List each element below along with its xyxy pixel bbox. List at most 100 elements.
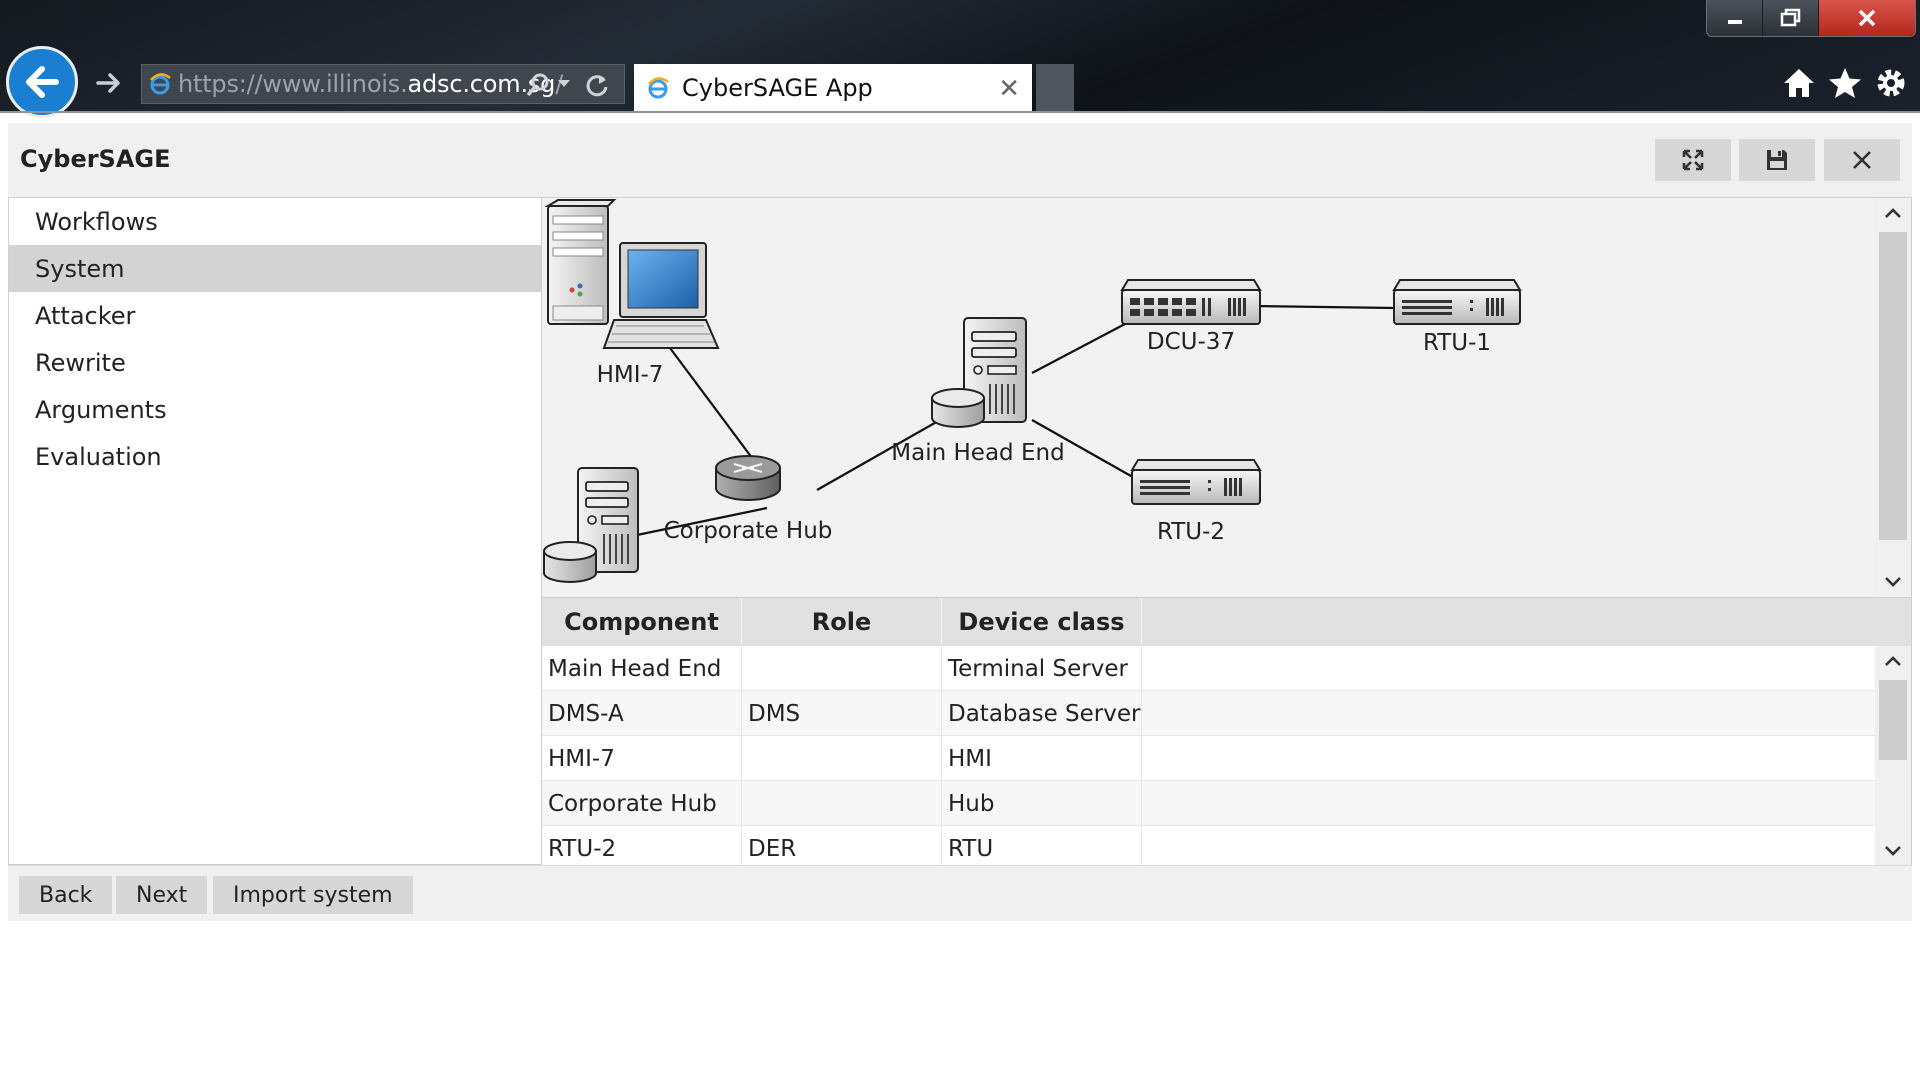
- table-row[interactable]: HMI-7 HMI: [542, 736, 1875, 781]
- back-nav-button[interactable]: [6, 46, 78, 118]
- switch-icon: [1120, 279, 1262, 325]
- arrow-left-icon: [26, 66, 59, 98]
- dropdown-icon[interactable]: [556, 77, 572, 91]
- url-text: https://www.illinois.adsc.com.sg/: [178, 70, 564, 98]
- node-label-hmi7: HMI-7: [597, 362, 664, 388]
- sidebar-item-workflows[interactable]: Workflows: [9, 198, 541, 245]
- node-rtu2[interactable]: RTU-2: [1130, 459, 1262, 545]
- cell-device-class: Terminal Server: [942, 646, 1142, 691]
- close-icon: [1858, 9, 1876, 27]
- table-row[interactable]: RTU-2 DER RTU: [542, 826, 1875, 865]
- cell-component: Main Head End: [542, 646, 742, 691]
- settings-gear-icon[interactable]: [1874, 66, 1908, 100]
- switch-icon: [1392, 279, 1522, 325]
- sidebar-item-arguments[interactable]: Arguments: [9, 386, 541, 433]
- scroll-up-icon[interactable]: [1875, 646, 1911, 676]
- router-icon: [715, 455, 781, 501]
- table-scrollbar[interactable]: [1875, 646, 1911, 865]
- table-row[interactable]: Main Head End Terminal Server: [542, 646, 1875, 691]
- node-hmi7[interactable]: HMI-7: [544, 199, 720, 388]
- cell-component: Corporate Hub: [542, 781, 742, 826]
- node-label-corporate-hub: Corporate Hub: [664, 518, 833, 544]
- cell-component: HMI-7: [542, 736, 742, 781]
- minimize-icon: [1727, 20, 1742, 24]
- diagram-scrollbar[interactable]: [1875, 198, 1911, 597]
- tab-title: CyberSAGE App: [682, 74, 873, 102]
- tab-close-icon[interactable]: ✕: [998, 74, 1020, 104]
- window-controls: [1706, 0, 1916, 37]
- node-label-main-head-end: Main Head End: [891, 440, 1064, 466]
- node-main-head-end[interactable]: Main Head End: [891, 317, 1065, 466]
- browser-toolbar-right: [1782, 66, 1908, 100]
- cell-role: DMS: [742, 691, 942, 736]
- cell-device-class: Database Server: [942, 691, 1142, 736]
- cell-device-class: RTU: [942, 826, 1142, 865]
- sidebar-nav: Workflows System Attacker Rewrite Argume…: [8, 197, 542, 865]
- scroll-up-icon[interactable]: [1875, 198, 1911, 228]
- node-dcu37[interactable]: DCU-37: [1120, 279, 1262, 355]
- table-header: Component Role Device class: [542, 598, 1911, 646]
- home-icon[interactable]: [1782, 66, 1816, 100]
- address-bar[interactable]: https://www.illinois.adsc.com.sg/: [141, 64, 625, 104]
- workstation-icon: [544, 199, 720, 349]
- sidebar-item-evaluation[interactable]: Evaluation: [9, 433, 541, 480]
- restore-icon: [1780, 8, 1800, 27]
- new-tab-button[interactable]: [1036, 64, 1074, 112]
- close-app-button[interactable]: [1824, 139, 1900, 181]
- scrollbar-thumb[interactable]: [1879, 232, 1907, 540]
- save-button[interactable]: [1739, 139, 1815, 181]
- cell-role: [742, 646, 942, 691]
- browser-tab[interactable]: CyberSAGE App ✕: [634, 64, 1032, 112]
- refresh-icon[interactable]: [584, 72, 610, 98]
- fullscreen-button[interactable]: [1655, 139, 1731, 181]
- browser-chrome: https://www.illinois.adsc.com.sg/ CyberS…: [0, 0, 1920, 118]
- app-header: CyberSAGE: [8, 123, 1912, 197]
- cell-component: DMS-A: [542, 691, 742, 736]
- system-diagram-canvas[interactable]: HMI-7 Corporate Hub Main Head End DCU-37…: [542, 198, 1911, 597]
- cell-device-class: HMI: [942, 736, 1142, 781]
- server-with-db-icon: [931, 317, 1027, 428]
- main-panel: HMI-7 Corporate Hub Main Head End DCU-37…: [542, 197, 1912, 865]
- window-close-button[interactable]: [1819, 0, 1915, 36]
- app-title: CyberSAGE: [20, 145, 171, 173]
- sidebar-item-system[interactable]: System: [9, 245, 541, 292]
- node-corporate-hub[interactable]: Corporate Hub: [664, 455, 833, 544]
- footer-toolbar: Back Next Import system: [8, 865, 1912, 921]
- scroll-down-icon[interactable]: [1875, 567, 1911, 597]
- next-button[interactable]: Next: [116, 876, 208, 914]
- node-label-dcu37: DCU-37: [1147, 329, 1235, 355]
- cell-role: [742, 736, 942, 781]
- table-body: Main Head End Terminal Server DMS-A DMS …: [542, 646, 1875, 865]
- restore-button[interactable]: [1763, 0, 1819, 36]
- favorites-star-icon[interactable]: [1828, 66, 1862, 100]
- column-header-component[interactable]: Component: [542, 598, 742, 646]
- scrollbar-thumb[interactable]: [1879, 680, 1907, 760]
- column-header-filler: [1142, 598, 1911, 646]
- node-label-rtu2: RTU-2: [1157, 519, 1225, 545]
- link-dcu37-rtu1[interactable]: [1253, 304, 1396, 310]
- close-icon: [1853, 151, 1871, 169]
- switch-icon: [1130, 459, 1262, 505]
- import-system-button[interactable]: Import system: [213, 876, 413, 914]
- ie-page-icon: [150, 73, 171, 95]
- forward-nav-button[interactable]: [92, 66, 126, 100]
- sidebar-item-rewrite[interactable]: Rewrite: [9, 339, 541, 386]
- cell-role: DER: [742, 826, 942, 865]
- back-button[interactable]: Back: [19, 876, 113, 914]
- node-dms[interactable]: [543, 467, 639, 583]
- column-header-device-class[interactable]: Device class: [942, 598, 1142, 646]
- table-row[interactable]: Corporate Hub Hub: [542, 781, 1875, 826]
- node-label-rtu1: RTU-1: [1423, 330, 1491, 356]
- table-row[interactable]: DMS-A DMS Database Server: [542, 691, 1875, 736]
- app-window: CyberSAGE Workflows System Attacker Rewr…: [8, 123, 1912, 921]
- minimize-button[interactable]: [1707, 0, 1763, 36]
- cell-component: RTU-2: [542, 826, 742, 865]
- search-icon[interactable]: [525, 72, 551, 98]
- scroll-down-icon[interactable]: [1875, 836, 1911, 865]
- floppy-save-icon: [1767, 150, 1787, 170]
- cell-role: [742, 781, 942, 826]
- node-rtu1[interactable]: RTU-1: [1392, 279, 1522, 356]
- sidebar-item-attacker[interactable]: Attacker: [9, 292, 541, 339]
- network-diagram[interactable]: HMI-7 Corporate Hub Main Head End DCU-37…: [542, 198, 1875, 597]
- column-header-role[interactable]: Role: [742, 598, 942, 646]
